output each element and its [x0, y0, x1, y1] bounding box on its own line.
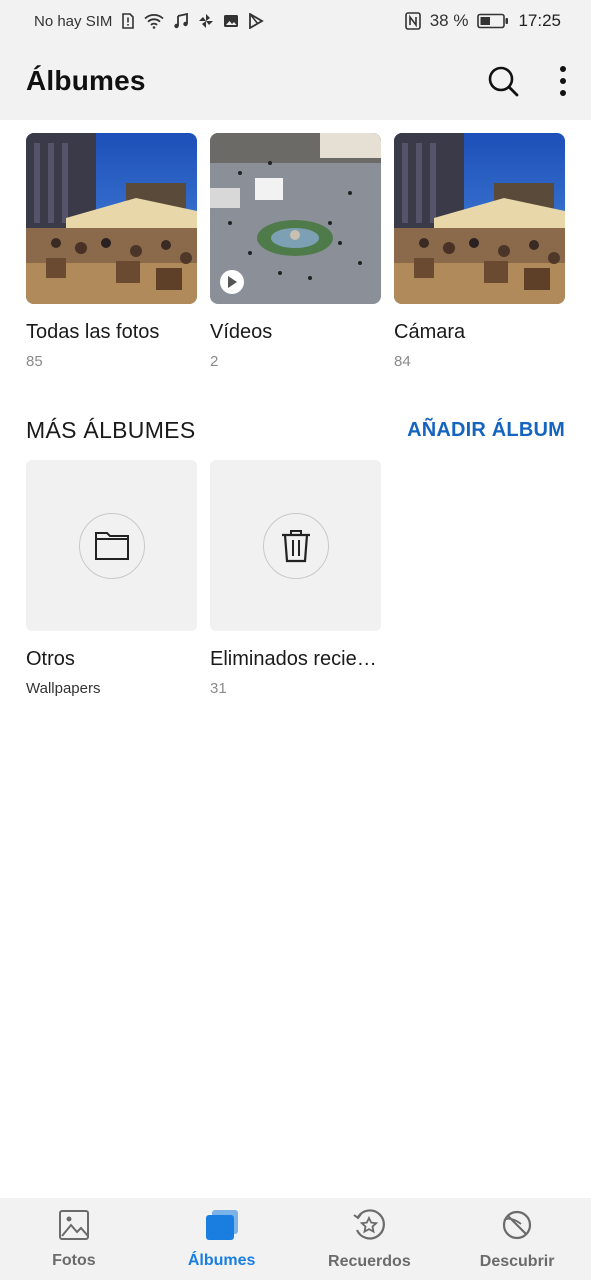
memories-star-icon	[352, 1208, 386, 1247]
page-title: Álbumes	[26, 65, 146, 96]
album-name: Otros	[26, 648, 75, 670]
album-name: Cámara	[394, 321, 466, 343]
pinwheel-icon	[198, 13, 214, 29]
nav-item-memories[interactable]: Recuerdos	[299, 1208, 439, 1271]
nav-item-photos[interactable]: Fotos	[4, 1209, 144, 1270]
albums-content: Todas las fotos 85 Vídeos 2 Cámara 84 MÁ…	[0, 120, 591, 697]
albums-icon	[205, 1209, 239, 1246]
more-vertical-icon[interactable]	[559, 65, 567, 97]
status-left: No hay SIM	[34, 12, 265, 30]
trash-icon	[262, 512, 329, 579]
add-album-button[interactable]: AÑADIR ÁLBUM	[407, 419, 565, 442]
album-card-all-photos[interactable]: Todas las fotos 85	[26, 133, 197, 370]
play-badge-icon	[220, 270, 244, 294]
play-store-icon	[248, 13, 265, 29]
bottom-navigation: Fotos Álbumes Recuerdos Descubrir	[0, 1198, 591, 1280]
album-card-camera[interactable]: Cámara 84	[394, 133, 565, 370]
nav-label: Fotos	[52, 1251, 96, 1269]
search-icon[interactable]	[487, 65, 519, 97]
battery-percent: 38 %	[429, 11, 469, 30]
album-card-videos[interactable]: Vídeos 2	[210, 133, 381, 370]
nav-item-discover[interactable]: Descubrir	[447, 1208, 587, 1271]
more-albums-header: MÁS ÁLBUMES AÑADIR ÁLBUM	[0, 414, 591, 446]
album-thumbnail	[394, 133, 565, 304]
album-count: 2	[210, 353, 219, 370]
main-albums-grid: Todas las fotos 85 Vídeos 2 Cámara 84	[0, 120, 591, 370]
section-title: MÁS ÁLBUMES	[26, 416, 196, 443]
image-icon	[58, 1209, 90, 1246]
more-albums-grid: Otros Wallpapers Eliminados recie… 31	[0, 460, 591, 697]
nav-label: Recuerdos	[328, 1252, 411, 1270]
carrier-text: No hay SIM	[34, 12, 113, 30]
album-subtitle: Wallpapers	[26, 680, 101, 697]
album-name: Eliminados recie…	[210, 648, 377, 670]
nfc-icon	[404, 12, 421, 30]
album-count: 84	[394, 353, 411, 370]
discover-planet-icon	[500, 1208, 534, 1247]
album-name: Vídeos	[210, 321, 273, 343]
album-count: 31	[210, 680, 227, 697]
album-thumbnail	[26, 133, 197, 304]
wifi-icon	[144, 13, 164, 29]
album-placeholder	[26, 460, 197, 631]
clock: 17:25	[518, 11, 561, 30]
nav-item-albums[interactable]: Álbumes	[152, 1209, 292, 1270]
album-name: Todas las fotos	[26, 321, 160, 343]
header-actions	[487, 65, 567, 97]
album-count: 85	[26, 353, 43, 370]
album-thumbnail	[210, 133, 381, 304]
gallery-notification-icon	[223, 13, 239, 29]
album-card-others[interactable]: Otros Wallpapers	[26, 460, 197, 697]
album-card-recently-deleted[interactable]: Eliminados recie… 31	[210, 460, 381, 697]
sim-alert-icon	[121, 13, 135, 29]
music-icon	[173, 13, 189, 29]
status-bar: No hay SIM 38 % 17:25	[0, 0, 591, 42]
status-right: 38 % 17:25	[404, 11, 561, 31]
album-placeholder	[210, 460, 381, 631]
app-header: Álbumes	[0, 42, 591, 120]
nav-label: Descubrir	[479, 1252, 555, 1270]
folder-icon	[78, 512, 145, 579]
battery-icon	[477, 13, 509, 29]
nav-label: Álbumes	[187, 1251, 256, 1269]
